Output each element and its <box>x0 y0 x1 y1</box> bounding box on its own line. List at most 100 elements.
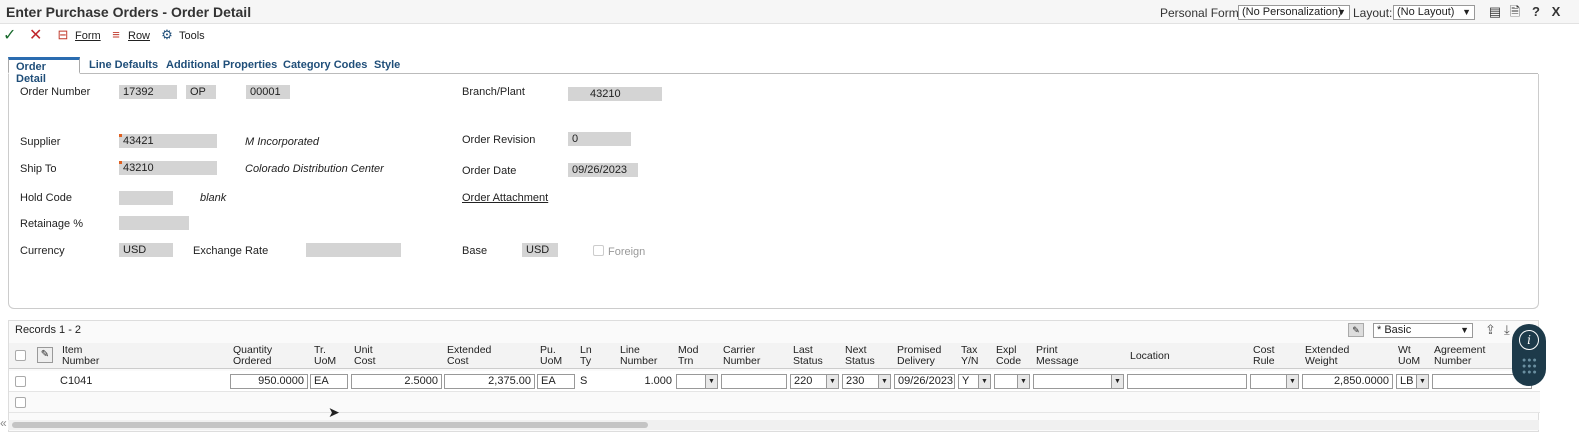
chevron-down-icon: ▼ <box>1337 7 1346 17</box>
col-print-message[interactable]: Print Message <box>1036 345 1079 367</box>
col-cost-rule[interactable]: Cost Rule <box>1253 345 1275 367</box>
import-icon[interactable]: ⤓ <box>1504 322 1510 338</box>
order-date-field[interactable]: 09/26/2023 <box>568 163 638 177</box>
row-menu-label: Row <box>128 30 151 42</box>
layout-select[interactable]: (No Layout) ▼ <box>1393 5 1475 20</box>
col-ln-ty[interactable]: Ln Ty <box>580 345 592 367</box>
tab-order-detail[interactable]: Order Detail <box>8 57 80 85</box>
col-quantity-ordered[interactable]: Quantity Ordered <box>233 345 272 367</box>
order-number-label: Order Number <box>20 86 91 98</box>
exchange-rate-label: Exchange Rate <box>193 245 269 257</box>
col-tr-uom[interactable]: Tr. UoM <box>314 345 336 367</box>
checkmark-icon: ✓ <box>3 27 17 44</box>
cost-rule-dropdown[interactable]: ▼ <box>1250 374 1299 389</box>
promised-delivery-cell[interactable]: 09/26/2023 <box>894 374 955 389</box>
title-bar: Enter Purchase Orders - Order Detail Per… <box>0 0 1579 24</box>
col-pu-uom[interactable]: Pu. UoM <box>540 345 562 367</box>
extended-cost-cell[interactable]: 2,375.00 <box>444 374 535 389</box>
chevron-down-icon: ▼ <box>826 375 838 388</box>
ship-to-field[interactable]: 43210 <box>119 161 217 175</box>
tab-line-defaults[interactable]: Line Defaults <box>82 57 165 74</box>
supplier-field[interactable]: 43421 <box>119 134 217 148</box>
unit-cost-cell[interactable]: 2.5000 <box>351 374 442 389</box>
location-cell[interactable] <box>1127 374 1247 389</box>
select-all-checkbox[interactable] <box>15 350 26 361</box>
tab-category-codes[interactable]: Category Codes <box>276 57 374 74</box>
next-status-dropdown[interactable]: 230 ▼ <box>842 374 891 389</box>
col-last-status[interactable]: Last Status <box>793 345 823 367</box>
grid-format-icon[interactable]: ✎ <box>1348 323 1364 337</box>
tab-style[interactable]: Style <box>367 57 407 74</box>
info-icon: i <box>1519 330 1539 350</box>
row-menu-button[interactable]: ≡ Row <box>108 27 150 42</box>
pu-uom-cell[interactable]: EA <box>537 374 575 389</box>
col-location[interactable]: Location <box>1130 351 1170 362</box>
base-currency-label: Base <box>462 245 488 257</box>
horizontal-scrollbar[interactable] <box>8 420 1539 430</box>
order-detail-panel <box>8 74 1539 309</box>
col-line-number[interactable]: Line Number <box>620 345 657 367</box>
close-icon[interactable]: X <box>1549 5 1563 19</box>
order-number-field[interactable]: 17392 <box>119 85 177 99</box>
col-extended-cost[interactable]: Extended Cost <box>447 345 491 367</box>
col-unit-cost[interactable]: Unit Cost <box>354 345 376 367</box>
col-tax-yn[interactable]: Tax Y/N <box>961 345 979 367</box>
chevron-down-icon: ▼ <box>1462 7 1471 17</box>
order-attachment-link[interactable]: Order Attachment <box>462 192 548 204</box>
layout-label: Layout: <box>1353 6 1393 20</box>
row-checkbox[interactable] <box>15 397 26 408</box>
collapse-left-icon[interactable]: « <box>0 416 7 430</box>
info-panel-button[interactable]: i ●●● ●●● ●●● <box>1512 324 1546 386</box>
carrier-number-cell[interactable] <box>721 374 787 389</box>
col-mod-trn[interactable]: Mod Trn <box>678 345 698 367</box>
grid-view-select[interactable]: * Basic ▼ <box>1373 323 1473 338</box>
notes-icon[interactable]: ▤ <box>1488 5 1502 19</box>
table-row <box>9 392 1540 413</box>
print-message-dropdown[interactable]: ▼ <box>1033 374 1124 389</box>
order-revision-field[interactable]: 0 <box>568 132 631 146</box>
gear-icon: ⚙ <box>161 27 173 42</box>
ship-to-name: Colorado Distribution Center <box>245 163 384 175</box>
col-next-status[interactable]: Next Status <box>845 345 875 367</box>
tax-yn-dropdown[interactable]: Y ▼ <box>958 374 991 389</box>
last-status-dropdown[interactable]: 220 ▼ <box>790 374 839 389</box>
scrollbar-thumb[interactable] <box>12 422 648 428</box>
order-company-field[interactable]: 00001 <box>246 85 290 99</box>
export-icon[interactable]: ⇪ <box>1485 322 1496 338</box>
col-carrier-number[interactable]: Carrier Number <box>723 345 760 367</box>
branch-plant-label: Branch/Plant <box>462 86 525 98</box>
foreign-checkbox[interactable] <box>593 245 604 256</box>
tr-uom-cell[interactable]: EA <box>310 374 348 389</box>
wt-uom-dropdown[interactable]: LB ▼ <box>1396 374 1429 389</box>
col-promised-delivery[interactable]: Promised Delivery <box>897 345 941 367</box>
base-currency-field[interactable]: USD <box>522 243 558 257</box>
row-checkbox[interactable] <box>15 376 26 387</box>
expl-code-dropdown[interactable]: ▼ <box>994 374 1030 389</box>
help-icon[interactable]: ? <box>1529 5 1543 19</box>
exchange-rate-field[interactable] <box>306 243 401 257</box>
extended-weight-cell[interactable]: 2,850.0000 <box>1302 374 1393 389</box>
branch-plant-field[interactable]: 43210 <box>568 87 662 101</box>
retainage-field[interactable] <box>119 216 189 230</box>
currency-label: Currency <box>20 245 65 257</box>
item-number-cell[interactable]: C1041 <box>60 375 92 387</box>
currency-field[interactable]: USD <box>119 243 173 257</box>
document-icon[interactable]: 🗎 <box>1508 5 1522 19</box>
personal-form-select[interactable]: (No Personalization) ▼ <box>1238 5 1350 20</box>
col-wt-uom[interactable]: Wt UoM <box>1398 345 1420 367</box>
col-agreement-number[interactable]: Agreement Number <box>1434 345 1485 367</box>
hold-code-field[interactable] <box>119 191 173 205</box>
order-type-field[interactable]: OP <box>186 85 216 99</box>
ok-button[interactable]: ✓ <box>3 25 16 45</box>
query-icon[interactable]: ✎ <box>37 347 53 363</box>
col-expl-code[interactable]: Expl Code <box>996 345 1021 367</box>
tools-menu-button[interactable]: ⚙ Tools <box>159 27 205 43</box>
line-type-cell[interactable]: S <box>580 375 587 387</box>
mod-trn-dropdown[interactable]: ▼ <box>676 374 718 389</box>
form-menu-button[interactable]: ⊟ Form <box>55 27 101 43</box>
quantity-ordered-cell[interactable]: 950.0000 <box>230 374 308 389</box>
tab-additional-properties[interactable]: Additional Properties <box>159 57 284 74</box>
cancel-button[interactable]: ✕ <box>29 25 42 45</box>
col-item-number[interactable]: Item Number <box>62 345 99 367</box>
col-extended-weight[interactable]: Extended Weight <box>1305 345 1349 367</box>
